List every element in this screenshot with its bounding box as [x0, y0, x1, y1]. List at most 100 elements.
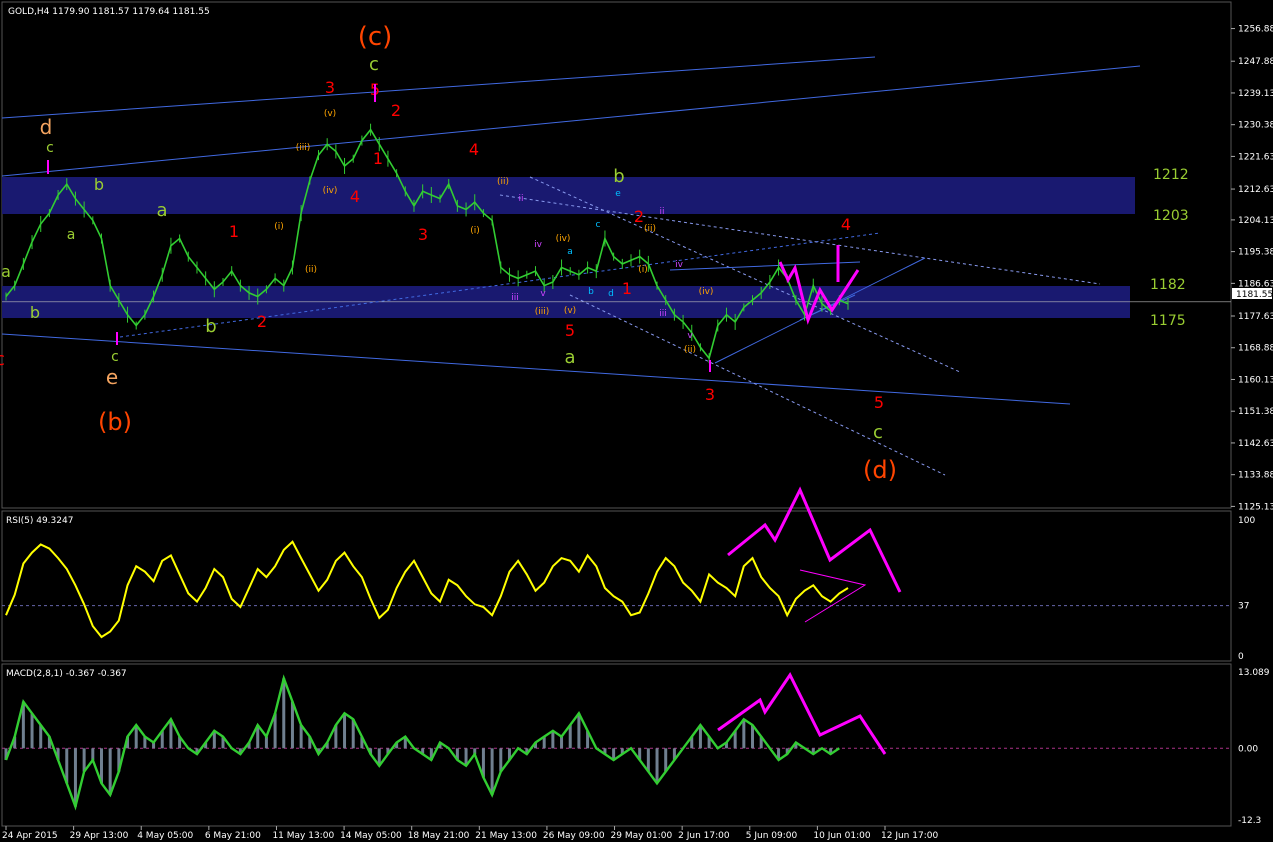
wave-label: v [540, 289, 546, 299]
rsi-tick-label: 0 [1238, 652, 1244, 662]
wave-label: (d) [863, 456, 897, 484]
wave-label: c [0, 349, 5, 370]
wave-label: (iv) [699, 287, 714, 297]
price-tick-label: 1177.63 [1238, 312, 1273, 322]
time-tick-label: 21 May 13:00 [475, 831, 537, 841]
time-tick-label: 2 Jun 17:00 [678, 831, 730, 841]
wave-label: 4 [350, 187, 360, 206]
time-tick-label: 18 May 21:00 [408, 831, 470, 841]
zone-label-1182: 1182 [1150, 277, 1186, 293]
wave-label: 1 [373, 149, 383, 168]
trend-line [1, 333, 1071, 405]
price-tick-label: 1247.88 [1238, 57, 1273, 67]
trend-line [669, 261, 861, 271]
rsi-tick-label: 37 [1238, 602, 1249, 612]
time-tick-label: 29 May 01:00 [611, 831, 673, 841]
price-tick-label: 1151.38 [1238, 407, 1273, 417]
wave-label: c [873, 422, 883, 443]
wave-label: c [596, 220, 601, 230]
price-tick-label: 1142.63 [1238, 439, 1273, 449]
time-tick-label: 24 Apr 2015 [2, 831, 58, 841]
rsi-tick-label: 100 [1238, 516, 1255, 526]
rsi-header: RSI(5) 49.3247 [6, 516, 73, 526]
wave-label: 2 [257, 312, 267, 331]
wave-label: (i) [470, 226, 480, 236]
main-header: GOLD,H4 1179.90 1181.57 1179.64 1181.55 [8, 7, 210, 17]
wave-label: a [1, 262, 11, 281]
time-tick-label: 5 Jun 09:00 [746, 831, 798, 841]
wave-label: iv [675, 260, 684, 270]
wave-label: (iii) [296, 143, 311, 153]
macd-tick-label: 13.089 [1238, 668, 1270, 678]
wave-label: (i) [274, 222, 284, 232]
wave-label: c [369, 54, 379, 75]
price-tick-label: 1186.63 [1238, 279, 1273, 289]
wave-label: a [67, 227, 76, 243]
trend-line [1, 56, 876, 119]
price-tick-label: 1160.13 [1238, 375, 1273, 385]
supply-zone [2, 177, 1135, 214]
wave-label: 3 [705, 385, 715, 404]
trend-line [1, 65, 1141, 177]
wave-label: iii [659, 309, 667, 319]
wave-label: 4 [841, 215, 851, 234]
wave-label: d [40, 115, 53, 139]
rsi-triangle [799, 569, 867, 623]
macd-tick-label: -12.3 [1238, 816, 1261, 826]
wave-label: iii [511, 293, 519, 303]
wave-label: e [615, 189, 621, 199]
wave-label: a [156, 200, 167, 221]
price-tick-label: 1212.63 [1238, 185, 1273, 195]
price-tick-label: 1133.88 [1238, 471, 1273, 481]
price-tick-label: 1204.13 [1238, 216, 1273, 226]
main-panel [1, 1, 1232, 509]
wave-label: 3 [418, 225, 428, 244]
wave-label: iv [534, 240, 543, 250]
wave-label: c [111, 349, 119, 365]
price-tick-label: 1221.63 [1238, 152, 1273, 162]
wave-label: b [613, 166, 624, 187]
zone-label-1212: 1212 [1153, 167, 1189, 183]
macd-tick-label: 0.00 [1238, 744, 1258, 754]
time-tick-label: 12 Jun 17:00 [881, 831, 938, 841]
wave-label: (ii) [497, 177, 509, 187]
price-tick-label: 1168.88 [1238, 344, 1273, 354]
chart-canvas[interactable]: GOLD,H4 1179.90 1181.57 1179.64 1181.55 … [0, 0, 1273, 842]
wave-label: (c) [358, 22, 393, 52]
wave-label: ii [518, 194, 523, 204]
time-tick-label: 6 May 21:00 [205, 831, 261, 841]
wave-label: 4 [469, 140, 479, 159]
wave-label: 3 [325, 78, 335, 97]
trend-line [569, 294, 946, 476]
wave-label: (i) [638, 265, 648, 275]
zone-label-1203: 1203 [1153, 208, 1189, 224]
wave-label: (ii) [644, 224, 656, 234]
price-tick-label: 1230.38 [1238, 121, 1273, 131]
wave-label: d [608, 289, 614, 299]
wave-label: (v) [324, 109, 336, 119]
rsi-panel [1, 510, 1232, 662]
macd-series-line [4, 674, 840, 811]
time-tick-label: 29 Apr 13:00 [70, 831, 129, 841]
wave-label: (iii) [535, 307, 550, 317]
price-tick-label: 1256.88 [1238, 25, 1273, 35]
wave-label: (ii) [684, 345, 696, 355]
wave-label: 1 [229, 222, 239, 241]
wave-label: a [567, 247, 573, 257]
rsi-series-line [5, 540, 849, 639]
time-tick-label: 26 May 09:00 [543, 831, 605, 841]
wave-label: b [588, 287, 594, 297]
wave-label: b [205, 316, 216, 337]
wave-label: (iv) [556, 234, 571, 244]
price-tick-label: 1195.38 [1238, 248, 1273, 258]
wave-label: 2 [391, 101, 401, 120]
macd-header: MACD(2,8,1) -0.367 -0.367 [6, 669, 127, 679]
time-tick-label: 14 May 05:00 [340, 831, 402, 841]
wave-label: e [106, 365, 118, 389]
wave-label: 5 [565, 321, 575, 340]
time-tick-label: 10 Jun 01:00 [813, 831, 870, 841]
wave-label: (b) [98, 408, 132, 436]
price-tick-label: 1125.13 [1238, 502, 1273, 512]
wave-label: (ii) [305, 265, 317, 275]
wave-label: c [46, 140, 54, 156]
